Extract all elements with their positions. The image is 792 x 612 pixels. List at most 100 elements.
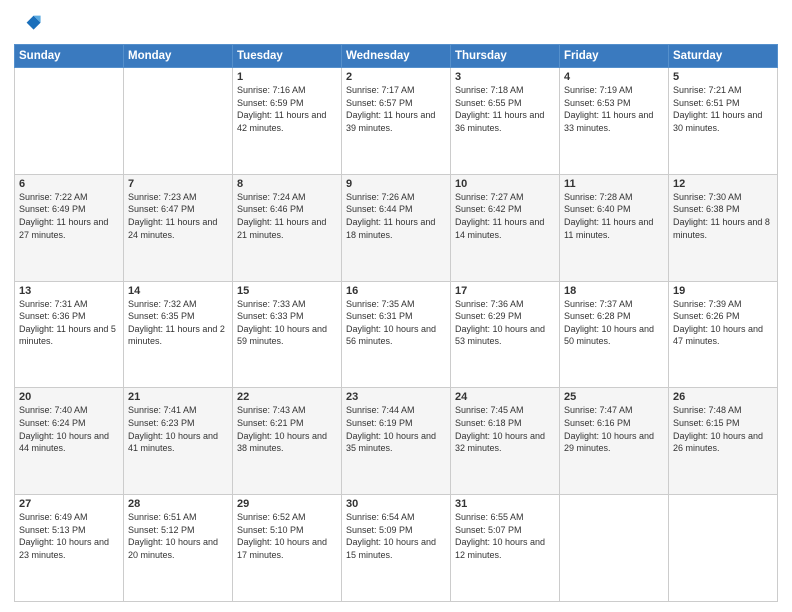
day-info: Sunrise: 7:19 AM Sunset: 6:53 PM Dayligh…	[564, 84, 664, 134]
day-info: Sunrise: 6:54 AM Sunset: 5:09 PM Dayligh…	[346, 511, 446, 561]
day-info: Sunrise: 7:44 AM Sunset: 6:19 PM Dayligh…	[346, 404, 446, 454]
day-number: 4	[564, 71, 664, 83]
weekday-header-monday: Monday	[124, 45, 233, 68]
day-info: Sunrise: 7:39 AM Sunset: 6:26 PM Dayligh…	[673, 298, 773, 348]
day-number: 13	[19, 285, 119, 297]
day-cell: 16Sunrise: 7:35 AM Sunset: 6:31 PM Dayli…	[342, 281, 451, 388]
logo-icon	[14, 10, 42, 38]
day-cell: 31Sunrise: 6:55 AM Sunset: 5:07 PM Dayli…	[451, 495, 560, 602]
day-info: Sunrise: 7:33 AM Sunset: 6:33 PM Dayligh…	[237, 298, 337, 348]
day-info: Sunrise: 7:35 AM Sunset: 6:31 PM Dayligh…	[346, 298, 446, 348]
day-number: 6	[19, 178, 119, 190]
day-cell: 6Sunrise: 7:22 AM Sunset: 6:49 PM Daylig…	[15, 174, 124, 281]
day-info: Sunrise: 6:55 AM Sunset: 5:07 PM Dayligh…	[455, 511, 555, 561]
day-info: Sunrise: 7:48 AM Sunset: 6:15 PM Dayligh…	[673, 404, 773, 454]
day-info: Sunrise: 7:37 AM Sunset: 6:28 PM Dayligh…	[564, 298, 664, 348]
day-cell: 11Sunrise: 7:28 AM Sunset: 6:40 PM Dayli…	[560, 174, 669, 281]
day-cell: 30Sunrise: 6:54 AM Sunset: 5:09 PM Dayli…	[342, 495, 451, 602]
day-number: 17	[455, 285, 555, 297]
day-cell: 27Sunrise: 6:49 AM Sunset: 5:13 PM Dayli…	[15, 495, 124, 602]
weekday-header-sunday: Sunday	[15, 45, 124, 68]
day-number: 15	[237, 285, 337, 297]
day-number: 1	[237, 71, 337, 83]
day-number: 26	[673, 391, 773, 403]
calendar-table: SundayMondayTuesdayWednesdayThursdayFrid…	[14, 44, 778, 602]
weekday-header-row: SundayMondayTuesdayWednesdayThursdayFrid…	[15, 45, 778, 68]
day-info: Sunrise: 6:51 AM Sunset: 5:12 PM Dayligh…	[128, 511, 228, 561]
day-number: 11	[564, 178, 664, 190]
day-info: Sunrise: 7:47 AM Sunset: 6:16 PM Dayligh…	[564, 404, 664, 454]
day-number: 27	[19, 498, 119, 510]
day-number: 12	[673, 178, 773, 190]
day-number: 23	[346, 391, 446, 403]
weekday-header-tuesday: Tuesday	[233, 45, 342, 68]
day-info: Sunrise: 6:49 AM Sunset: 5:13 PM Dayligh…	[19, 511, 119, 561]
day-number: 29	[237, 498, 337, 510]
day-cell: 23Sunrise: 7:44 AM Sunset: 6:19 PM Dayli…	[342, 388, 451, 495]
day-number: 31	[455, 498, 555, 510]
day-info: Sunrise: 7:28 AM Sunset: 6:40 PM Dayligh…	[564, 191, 664, 241]
day-cell: 2Sunrise: 7:17 AM Sunset: 6:57 PM Daylig…	[342, 68, 451, 175]
day-cell: 4Sunrise: 7:19 AM Sunset: 6:53 PM Daylig…	[560, 68, 669, 175]
day-info: Sunrise: 7:31 AM Sunset: 6:36 PM Dayligh…	[19, 298, 119, 348]
day-cell: 28Sunrise: 6:51 AM Sunset: 5:12 PM Dayli…	[124, 495, 233, 602]
week-row-3: 13Sunrise: 7:31 AM Sunset: 6:36 PM Dayli…	[15, 281, 778, 388]
weekday-header-friday: Friday	[560, 45, 669, 68]
day-cell: 5Sunrise: 7:21 AM Sunset: 6:51 PM Daylig…	[669, 68, 778, 175]
weekday-header-wednesday: Wednesday	[342, 45, 451, 68]
day-number: 18	[564, 285, 664, 297]
day-info: Sunrise: 7:21 AM Sunset: 6:51 PM Dayligh…	[673, 84, 773, 134]
day-cell: 26Sunrise: 7:48 AM Sunset: 6:15 PM Dayli…	[669, 388, 778, 495]
day-info: Sunrise: 7:36 AM Sunset: 6:29 PM Dayligh…	[455, 298, 555, 348]
day-cell: 19Sunrise: 7:39 AM Sunset: 6:26 PM Dayli…	[669, 281, 778, 388]
day-number: 25	[564, 391, 664, 403]
day-cell	[124, 68, 233, 175]
week-row-5: 27Sunrise: 6:49 AM Sunset: 5:13 PM Dayli…	[15, 495, 778, 602]
day-number: 2	[346, 71, 446, 83]
day-info: Sunrise: 7:43 AM Sunset: 6:21 PM Dayligh…	[237, 404, 337, 454]
day-cell: 29Sunrise: 6:52 AM Sunset: 5:10 PM Dayli…	[233, 495, 342, 602]
day-number: 16	[346, 285, 446, 297]
day-info: Sunrise: 7:41 AM Sunset: 6:23 PM Dayligh…	[128, 404, 228, 454]
day-cell: 15Sunrise: 7:33 AM Sunset: 6:33 PM Dayli…	[233, 281, 342, 388]
page: SundayMondayTuesdayWednesdayThursdayFrid…	[0, 0, 792, 612]
day-info: Sunrise: 7:40 AM Sunset: 6:24 PM Dayligh…	[19, 404, 119, 454]
day-number: 9	[346, 178, 446, 190]
day-number: 21	[128, 391, 228, 403]
day-cell: 7Sunrise: 7:23 AM Sunset: 6:47 PM Daylig…	[124, 174, 233, 281]
day-number: 14	[128, 285, 228, 297]
day-cell: 24Sunrise: 7:45 AM Sunset: 6:18 PM Dayli…	[451, 388, 560, 495]
day-info: Sunrise: 7:45 AM Sunset: 6:18 PM Dayligh…	[455, 404, 555, 454]
day-number: 7	[128, 178, 228, 190]
day-info: Sunrise: 7:23 AM Sunset: 6:47 PM Dayligh…	[128, 191, 228, 241]
logo	[14, 10, 45, 38]
day-number: 10	[455, 178, 555, 190]
week-row-1: 1Sunrise: 7:16 AM Sunset: 6:59 PM Daylig…	[15, 68, 778, 175]
day-number: 22	[237, 391, 337, 403]
week-row-2: 6Sunrise: 7:22 AM Sunset: 6:49 PM Daylig…	[15, 174, 778, 281]
day-cell: 18Sunrise: 7:37 AM Sunset: 6:28 PM Dayli…	[560, 281, 669, 388]
day-number: 24	[455, 391, 555, 403]
day-info: Sunrise: 7:16 AM Sunset: 6:59 PM Dayligh…	[237, 84, 337, 134]
day-cell: 25Sunrise: 7:47 AM Sunset: 6:16 PM Dayli…	[560, 388, 669, 495]
day-info: Sunrise: 6:52 AM Sunset: 5:10 PM Dayligh…	[237, 511, 337, 561]
day-cell: 8Sunrise: 7:24 AM Sunset: 6:46 PM Daylig…	[233, 174, 342, 281]
day-number: 8	[237, 178, 337, 190]
day-cell: 13Sunrise: 7:31 AM Sunset: 6:36 PM Dayli…	[15, 281, 124, 388]
week-row-4: 20Sunrise: 7:40 AM Sunset: 6:24 PM Dayli…	[15, 388, 778, 495]
day-cell	[560, 495, 669, 602]
day-cell: 17Sunrise: 7:36 AM Sunset: 6:29 PM Dayli…	[451, 281, 560, 388]
day-number: 28	[128, 498, 228, 510]
day-info: Sunrise: 7:26 AM Sunset: 6:44 PM Dayligh…	[346, 191, 446, 241]
day-number: 3	[455, 71, 555, 83]
header	[14, 10, 778, 38]
day-number: 20	[19, 391, 119, 403]
day-number: 19	[673, 285, 773, 297]
day-cell: 20Sunrise: 7:40 AM Sunset: 6:24 PM Dayli…	[15, 388, 124, 495]
day-cell: 22Sunrise: 7:43 AM Sunset: 6:21 PM Dayli…	[233, 388, 342, 495]
day-cell: 9Sunrise: 7:26 AM Sunset: 6:44 PM Daylig…	[342, 174, 451, 281]
day-info: Sunrise: 7:18 AM Sunset: 6:55 PM Dayligh…	[455, 84, 555, 134]
day-cell: 12Sunrise: 7:30 AM Sunset: 6:38 PM Dayli…	[669, 174, 778, 281]
day-cell: 3Sunrise: 7:18 AM Sunset: 6:55 PM Daylig…	[451, 68, 560, 175]
weekday-header-saturday: Saturday	[669, 45, 778, 68]
